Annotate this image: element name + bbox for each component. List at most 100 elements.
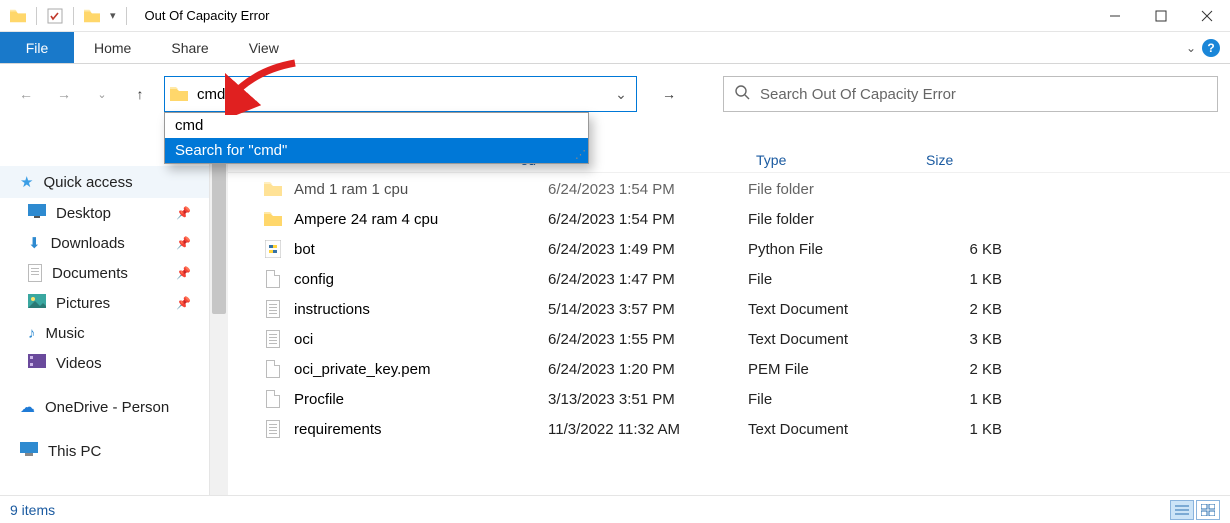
folder-icon[interactable] [84,8,100,24]
download-icon: ⬇ [28,234,41,252]
file-type-icon [258,270,288,288]
content-area: ★ Quick access Desktop 📌 ⬇ Downloads 📌 D… [0,124,1230,495]
sidebar-item-documents[interactable]: Documents 📌 [0,258,209,288]
file-name: requirements [288,421,548,438]
back-button[interactable]: ← [12,80,40,108]
sidebar-label: Downloads [51,235,125,252]
address-history-dropdown[interactable]: ⌄ [606,86,636,103]
tab-home[interactable]: Home [74,32,151,63]
file-row[interactable]: Ampere 24 ram 4 cpu6/24/2023 1:54 PMFile… [228,204,1230,234]
sidebar-item-onedrive[interactable]: ☁ OneDrive - Person [0,392,209,422]
file-name: bot [288,241,548,258]
navigation-pane: ★ Quick access Desktop 📌 ⬇ Downloads 📌 D… [0,124,210,495]
file-size: 1 KB [918,391,1018,408]
file-type: Python File [748,241,918,258]
file-type: Text Document [748,421,918,438]
file-date: 6/24/2023 1:20 PM [548,361,748,378]
file-type-icon [258,390,288,408]
file-row[interactable]: oci_private_key.pem6/24/2023 1:20 PMPEM … [228,354,1230,384]
search-box[interactable]: Search Out Of Capacity Error [723,76,1218,112]
file-row[interactable]: bot6/24/2023 1:49 PMPython File6 KB [228,234,1230,264]
pin-icon: 📌 [176,206,191,220]
file-type-icon [258,330,288,348]
file-type: PEM File [748,361,918,378]
file-name: oci [288,331,548,348]
file-type-icon [258,420,288,438]
file-row[interactable]: Amd 1 ram 1 cpu6/24/2023 1:54 PMFile fol… [228,174,1230,204]
file-type: File folder [748,181,918,198]
sidebar-quick-access[interactable]: ★ Quick access [0,166,209,198]
window-title: Out Of Capacity Error [137,8,270,23]
file-name: oci_private_key.pem [288,361,548,378]
sidebar-label: OneDrive - Person [45,399,169,416]
videos-icon [28,354,46,372]
expand-ribbon-icon[interactable]: ⌄ [1186,41,1196,55]
title-bar: ▾ Out Of Capacity Error [0,0,1230,32]
file-size: 2 KB [918,301,1018,318]
pictures-icon [28,294,46,312]
divider [36,7,37,25]
sidebar-item-music[interactable]: ♪ Music [0,318,209,348]
suggestion-cmd[interactable]: cmd [165,113,588,138]
pin-icon: 📌 [176,266,191,280]
file-row[interactable]: config6/24/2023 1:47 PMFile1 KB [228,264,1230,294]
sidebar-label: Quick access [43,174,132,191]
file-name: Amd 1 ram 1 cpu [288,181,548,198]
file-row[interactable]: requirements11/3/2022 11:32 AMText Docum… [228,414,1230,444]
file-row[interactable]: instructions5/14/2023 3:57 PMText Docume… [228,294,1230,324]
document-icon [28,264,42,282]
sidebar-item-desktop[interactable]: Desktop 📌 [0,198,209,228]
sidebar-label: Music [46,325,85,342]
file-date: 11/3/2022 11:32 AM [548,421,748,438]
help-icon[interactable]: ? [1202,39,1220,57]
thumbnails-view-button[interactable] [1196,500,1220,520]
sidebar-scrollbar[interactable] [210,124,228,495]
file-type: File [748,271,918,288]
folder-icon [165,87,193,101]
suggestion-search-cmd[interactable]: Search for "cmd" [165,138,588,163]
properties-icon[interactable] [47,8,63,24]
qat-more-icon[interactable]: ▾ [110,9,116,22]
file-date: 6/24/2023 1:49 PM [548,241,748,258]
computer-icon [20,442,38,460]
column-size[interactable]: Size [918,147,1018,172]
column-type[interactable]: Type [748,147,918,172]
file-type-icon [258,240,288,258]
sidebar-item-pictures[interactable]: Pictures 📌 [0,288,209,318]
scrollbar-thumb[interactable] [212,154,226,314]
recent-locations-button[interactable]: ⌄ [88,80,116,108]
navigation-bar: ← → ⌄ ↑ ⌄ cmd Search for "cmd" ⋰ → Searc… [0,64,1230,124]
music-icon: ♪ [28,325,36,342]
annotation-arrow-icon [225,55,305,115]
minimize-button[interactable] [1092,0,1138,32]
close-button[interactable] [1184,0,1230,32]
file-date: 6/24/2023 1:54 PM [548,211,748,228]
go-refresh-button[interactable]: → [651,76,687,112]
tab-share[interactable]: Share [151,32,228,63]
forward-button[interactable]: → [50,80,78,108]
file-row[interactable]: Procfile3/13/2023 3:51 PMFile1 KB [228,384,1230,414]
sidebar-item-videos[interactable]: Videos [0,348,209,378]
window-controls [1092,0,1230,32]
file-type-icon [258,300,288,318]
file-name: instructions [288,301,548,318]
file-name: Procfile [288,391,548,408]
file-row[interactable]: oci6/24/2023 1:55 PMText Document3 KB [228,324,1230,354]
sidebar-item-downloads[interactable]: ⬇ Downloads 📌 [0,228,209,258]
maximize-button[interactable] [1138,0,1184,32]
pin-icon: 📌 [176,236,191,250]
file-list-pane: ed Type Size Amd 1 ram 1 cpu6/24/2023 1:… [228,124,1230,495]
file-date: 3/13/2023 3:51 PM [548,391,748,408]
file-tab[interactable]: File [0,32,74,63]
file-type: Text Document [748,331,918,348]
pin-icon: 📌 [176,296,191,310]
sidebar-label: Desktop [56,205,111,222]
file-name: config [288,271,548,288]
address-suggestions-popup: cmd Search for "cmd" ⋰ [164,112,589,164]
up-button[interactable]: ↑ [126,80,154,108]
resize-grip-icon[interactable]: ⋰ [575,148,586,161]
details-view-button[interactable] [1170,500,1194,520]
quick-access-toolbar: ▾ Out Of Capacity Error [0,7,270,25]
sidebar-item-this-pc[interactable]: This PC [0,436,209,466]
star-icon: ★ [20,173,33,191]
